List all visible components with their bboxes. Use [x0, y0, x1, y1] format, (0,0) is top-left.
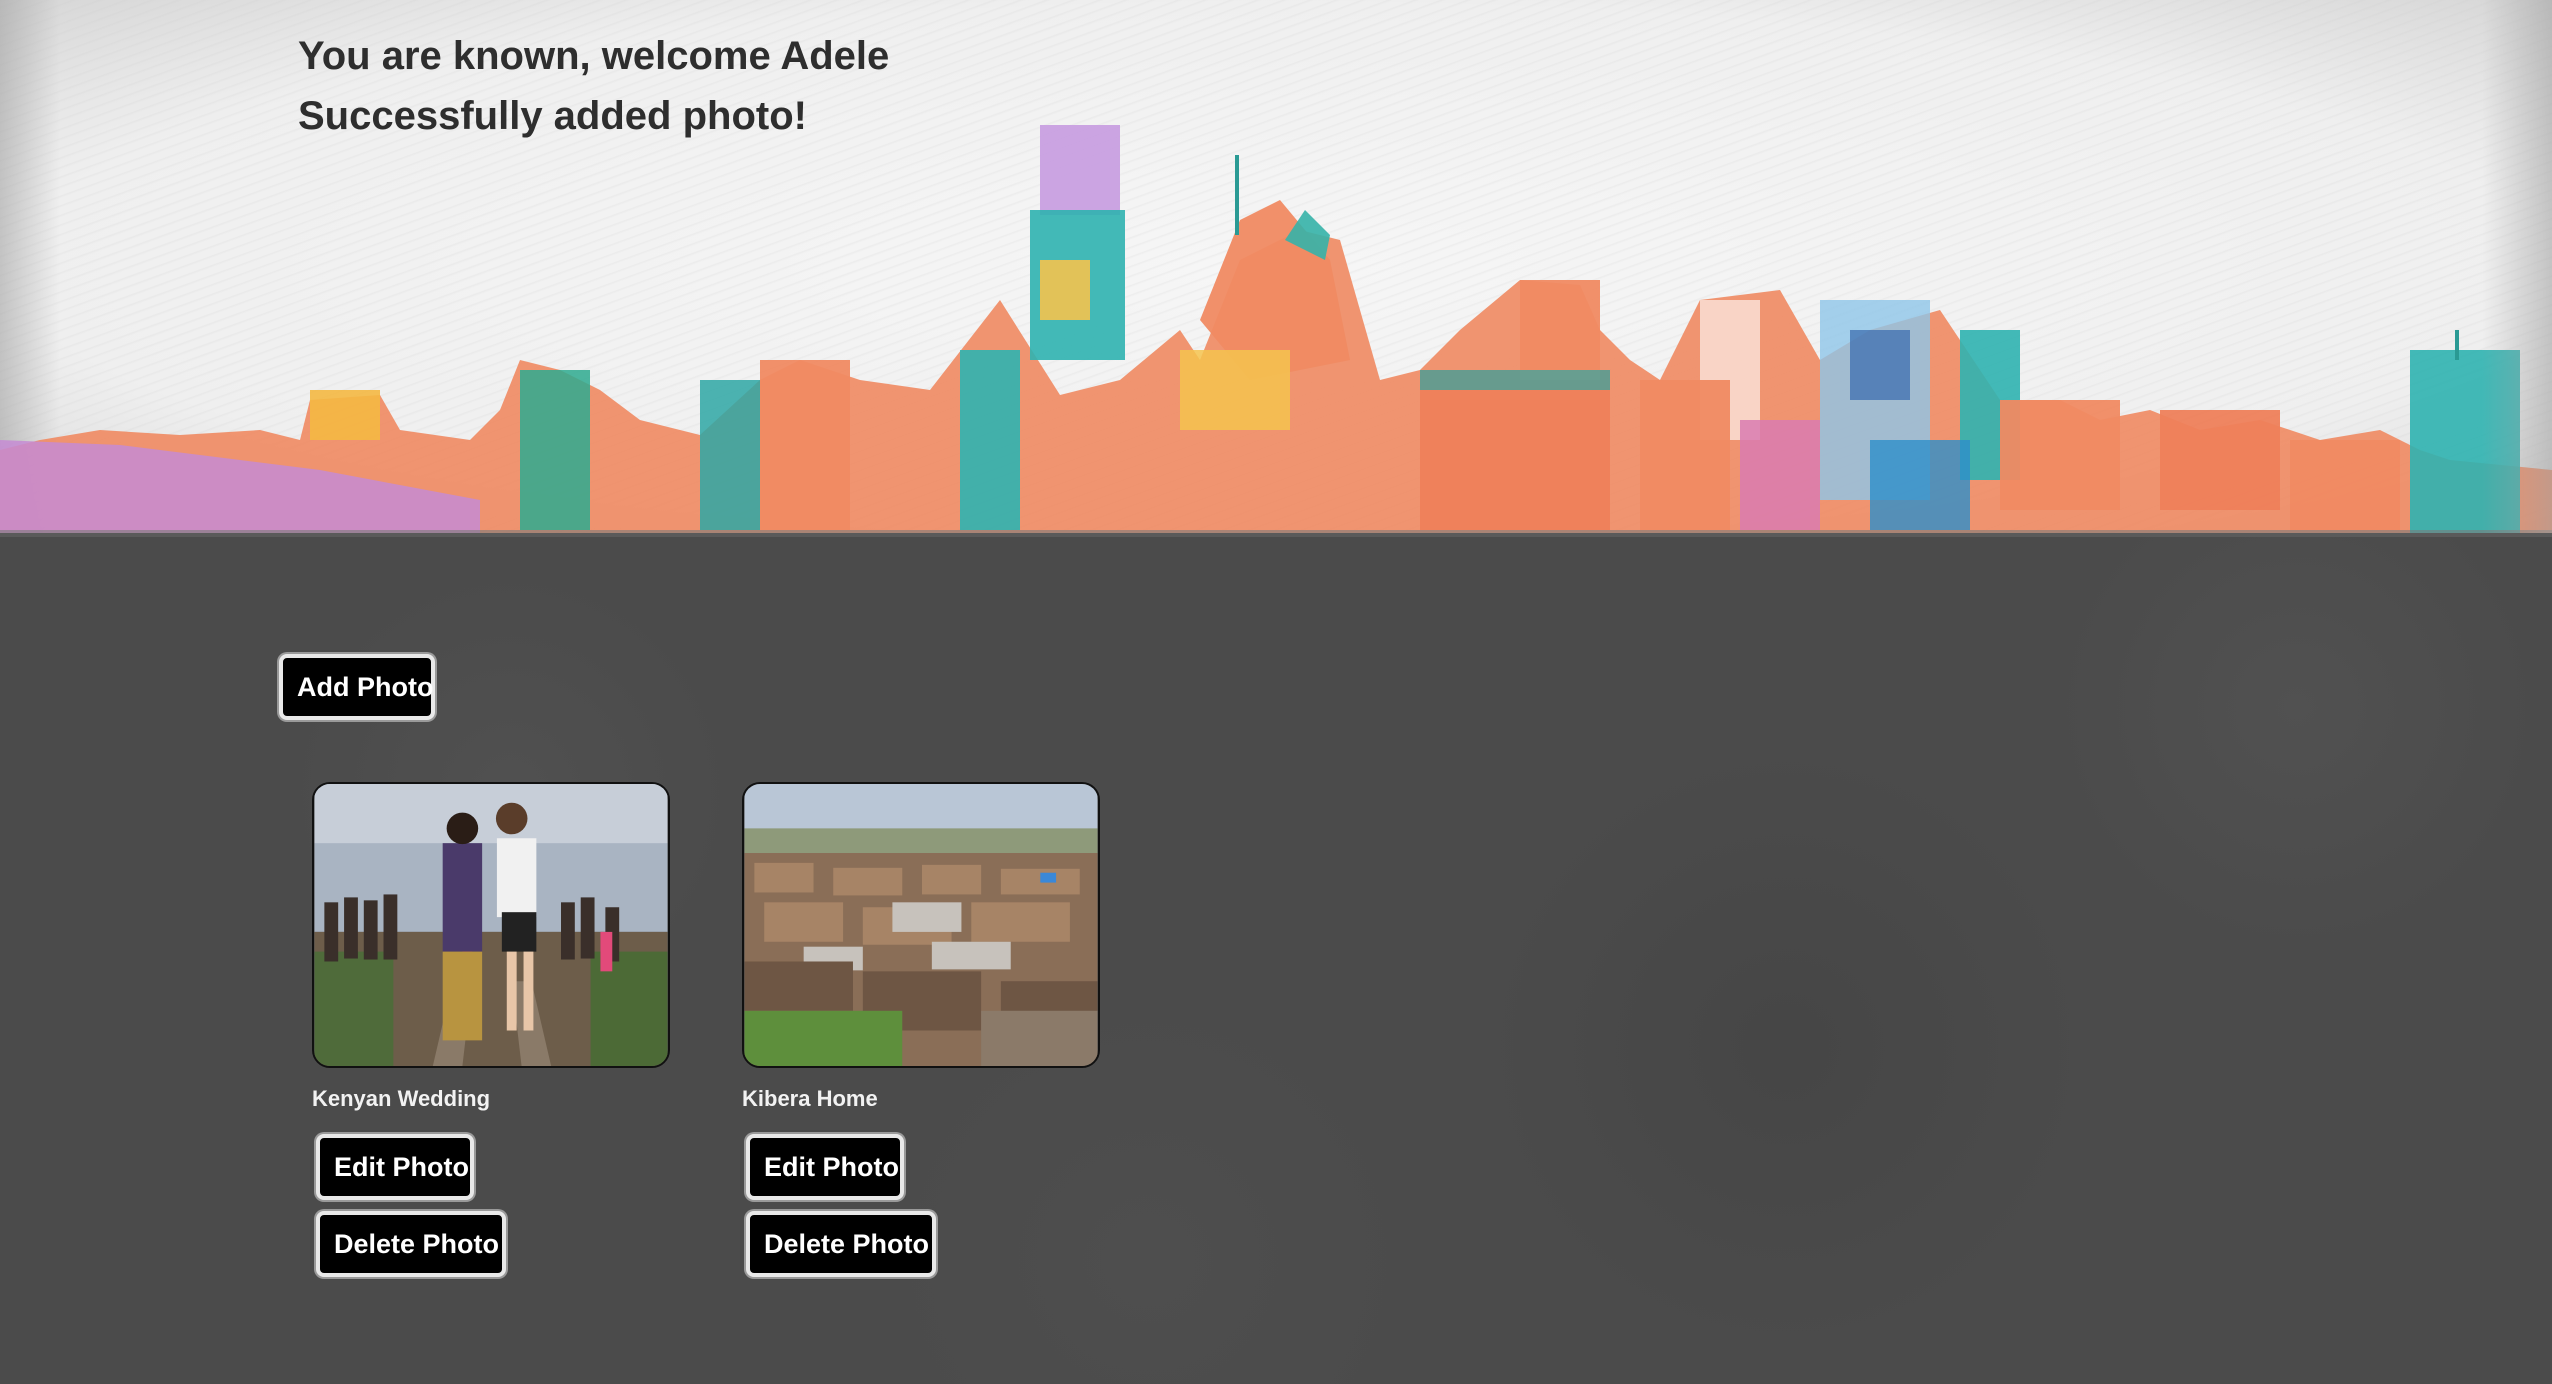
- flash-message: Successfully added photo!: [298, 94, 807, 138]
- header-banner: You are known, welcome Adele Successfull…: [0, 0, 2552, 533]
- delete-photo-button[interactable]: Delete Photo: [316, 1211, 506, 1277]
- skyline-banner-image: [0, 125, 2552, 533]
- photo-title: Kenyan Wedding: [312, 1086, 491, 1111]
- photo-thumbnail-kibera-home[interactable]: [742, 782, 1100, 1068]
- edit-photo-button[interactable]: Edit Photo: [746, 1134, 904, 1200]
- welcome-message: You are known, welcome Adele: [298, 34, 890, 78]
- photo-title: Kibera Home: [742, 1086, 878, 1111]
- add-photo-button[interactable]: Add Photo: [279, 654, 435, 720]
- kibera-home-image: [744, 784, 1098, 1066]
- edit-photo-button[interactable]: Edit Photo: [316, 1134, 474, 1200]
- photo-card: Kenyan Wedding Edit Photo Delete Photo: [312, 782, 672, 1277]
- delete-photo-button[interactable]: Delete Photo: [746, 1211, 936, 1277]
- photo-thumbnail-kenyan-wedding[interactable]: [312, 782, 670, 1068]
- photo-card: Kibera Home Edit Photo Delete Photo: [742, 782, 1102, 1277]
- kenyan-wedding-image: [314, 784, 668, 1066]
